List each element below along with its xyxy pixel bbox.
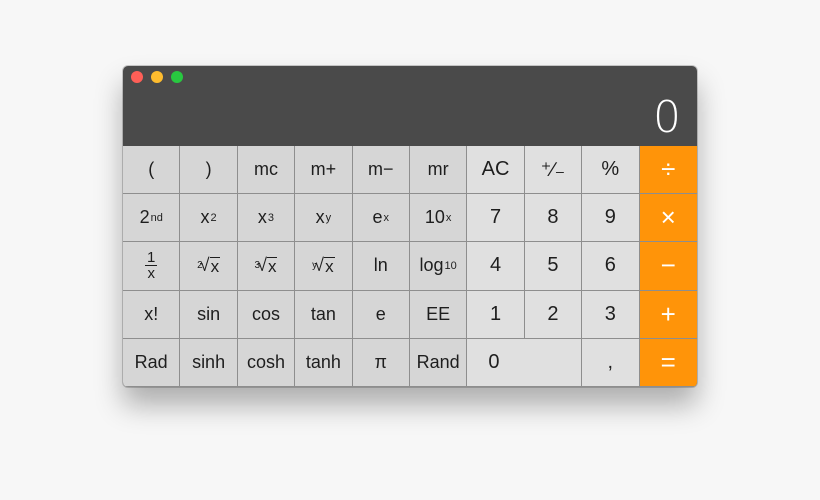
x-squared-sup: 2 [210,211,217,224]
random-key[interactable]: Rand [409,338,468,387]
all-clear-key[interactable]: AC [467,146,525,195]
digit-3-key[interactable]: 3 [582,290,640,339]
result-display: 0 [653,92,681,143]
digit-2-key[interactable]: 2 [524,290,583,339]
calculator-window: 0 ( ) mc m+ m− mr AC ⁺∕₋ % ÷ 2nd x2 x3 x… [123,66,697,387]
log10-key[interactable]: log 10 [409,242,468,291]
divide-key[interactable]: ÷ [639,146,697,195]
minimize-window-button[interactable] [151,71,163,83]
subtract-key[interactable]: − [639,242,697,291]
y-root-key[interactable]: y √ x [295,242,353,291]
memory-add-key[interactable]: m+ [295,146,353,195]
x-cubed-base: x [257,207,267,228]
radical-icon: √ [257,255,267,276]
pi-key[interactable]: π [352,338,410,387]
digit-6-key[interactable]: 6 [582,242,640,291]
memory-clear-key[interactable]: mc [237,146,296,195]
y-root-radicand: x [324,256,335,276]
keypad: ( ) mc m+ m− mr AC ⁺∕₋ % ÷ 2nd x2 x3 xy … [123,146,697,387]
digit-4-key[interactable]: 4 [467,242,525,291]
tanh-key[interactable]: tanh [295,338,353,387]
radical-icon: √ [199,255,210,276]
digit-9-key[interactable]: 9 [582,194,640,243]
title-bar [123,66,697,88]
cosh-key[interactable]: cosh [237,338,296,387]
rad-deg-toggle-key[interactable]: Rad [123,338,181,387]
reciprocal-numerator: 1 [147,249,156,267]
sinh-key[interactable]: sinh [180,338,238,387]
decimal-separator-key[interactable]: , [582,338,640,387]
x-power-y-sup: y [325,211,332,224]
x-squared-key[interactable]: x2 [180,194,238,243]
sign-toggle-key[interactable]: ⁺∕₋ [524,146,583,195]
reciprocal-denominator: x [147,265,155,283]
ten-power-x-sup: x [445,211,452,224]
digit-8-key[interactable]: 8 [524,194,583,243]
close-paren-key[interactable]: ) [180,146,238,195]
digit-1-key[interactable]: 1 [467,290,525,339]
second-function-base: 2 [139,207,150,228]
x-power-y-base: x [315,207,325,228]
e-power-x-base: e [372,207,383,228]
factorial-key[interactable]: x! [123,290,181,339]
open-paren-key[interactable]: ( [123,146,181,195]
memory-subtract-key[interactable]: m− [352,146,410,195]
cube-root-radicand: x [266,256,278,276]
percent-key[interactable]: % [582,146,640,195]
x-cubed-sup: 3 [267,211,275,224]
x-power-y-key[interactable]: xy [295,194,353,243]
cube-root-key[interactable]: 3 √ x [237,242,296,291]
ten-power-x-key[interactable]: 10 x [409,194,468,243]
digit-7-key[interactable]: 7 [467,194,525,243]
zoom-window-button[interactable] [171,71,183,83]
add-key[interactable]: + [639,290,697,339]
square-root-radicand: x [209,256,221,276]
reciprocal-fraction: 1 x [145,249,158,283]
tan-key[interactable]: tan [295,290,353,339]
exponent-entry-key[interactable]: EE [409,290,468,339]
ten-power-x-base: 10 [424,207,445,228]
x-squared-base: x [200,207,210,228]
second-function-sup: nd [150,211,163,224]
close-window-button[interactable] [131,71,143,83]
e-power-x-key[interactable]: ex [352,194,410,243]
sin-key[interactable]: sin [180,290,238,339]
second-function-key[interactable]: 2nd [123,194,181,243]
euler-constant-key[interactable]: e [352,290,410,339]
digit-5-key[interactable]: 5 [524,242,583,291]
natural-log-key[interactable]: ln [352,242,410,291]
digit-0-key[interactable]: 0 [467,338,583,387]
e-power-x-sup: x [383,211,390,224]
radical-icon: √ [314,255,325,276]
cos-key[interactable]: cos [237,290,296,339]
memory-recall-key[interactable]: mr [409,146,468,195]
equals-key[interactable]: = [639,338,697,387]
log10-base: log [419,255,444,276]
multiply-key[interactable]: × [639,194,697,243]
square-root-key[interactable]: 2 √ x [180,242,238,291]
x-cubed-key[interactable]: x3 [237,194,296,243]
reciprocal-key[interactable]: 1 x [123,242,181,291]
log10-sub: 10 [444,259,457,272]
